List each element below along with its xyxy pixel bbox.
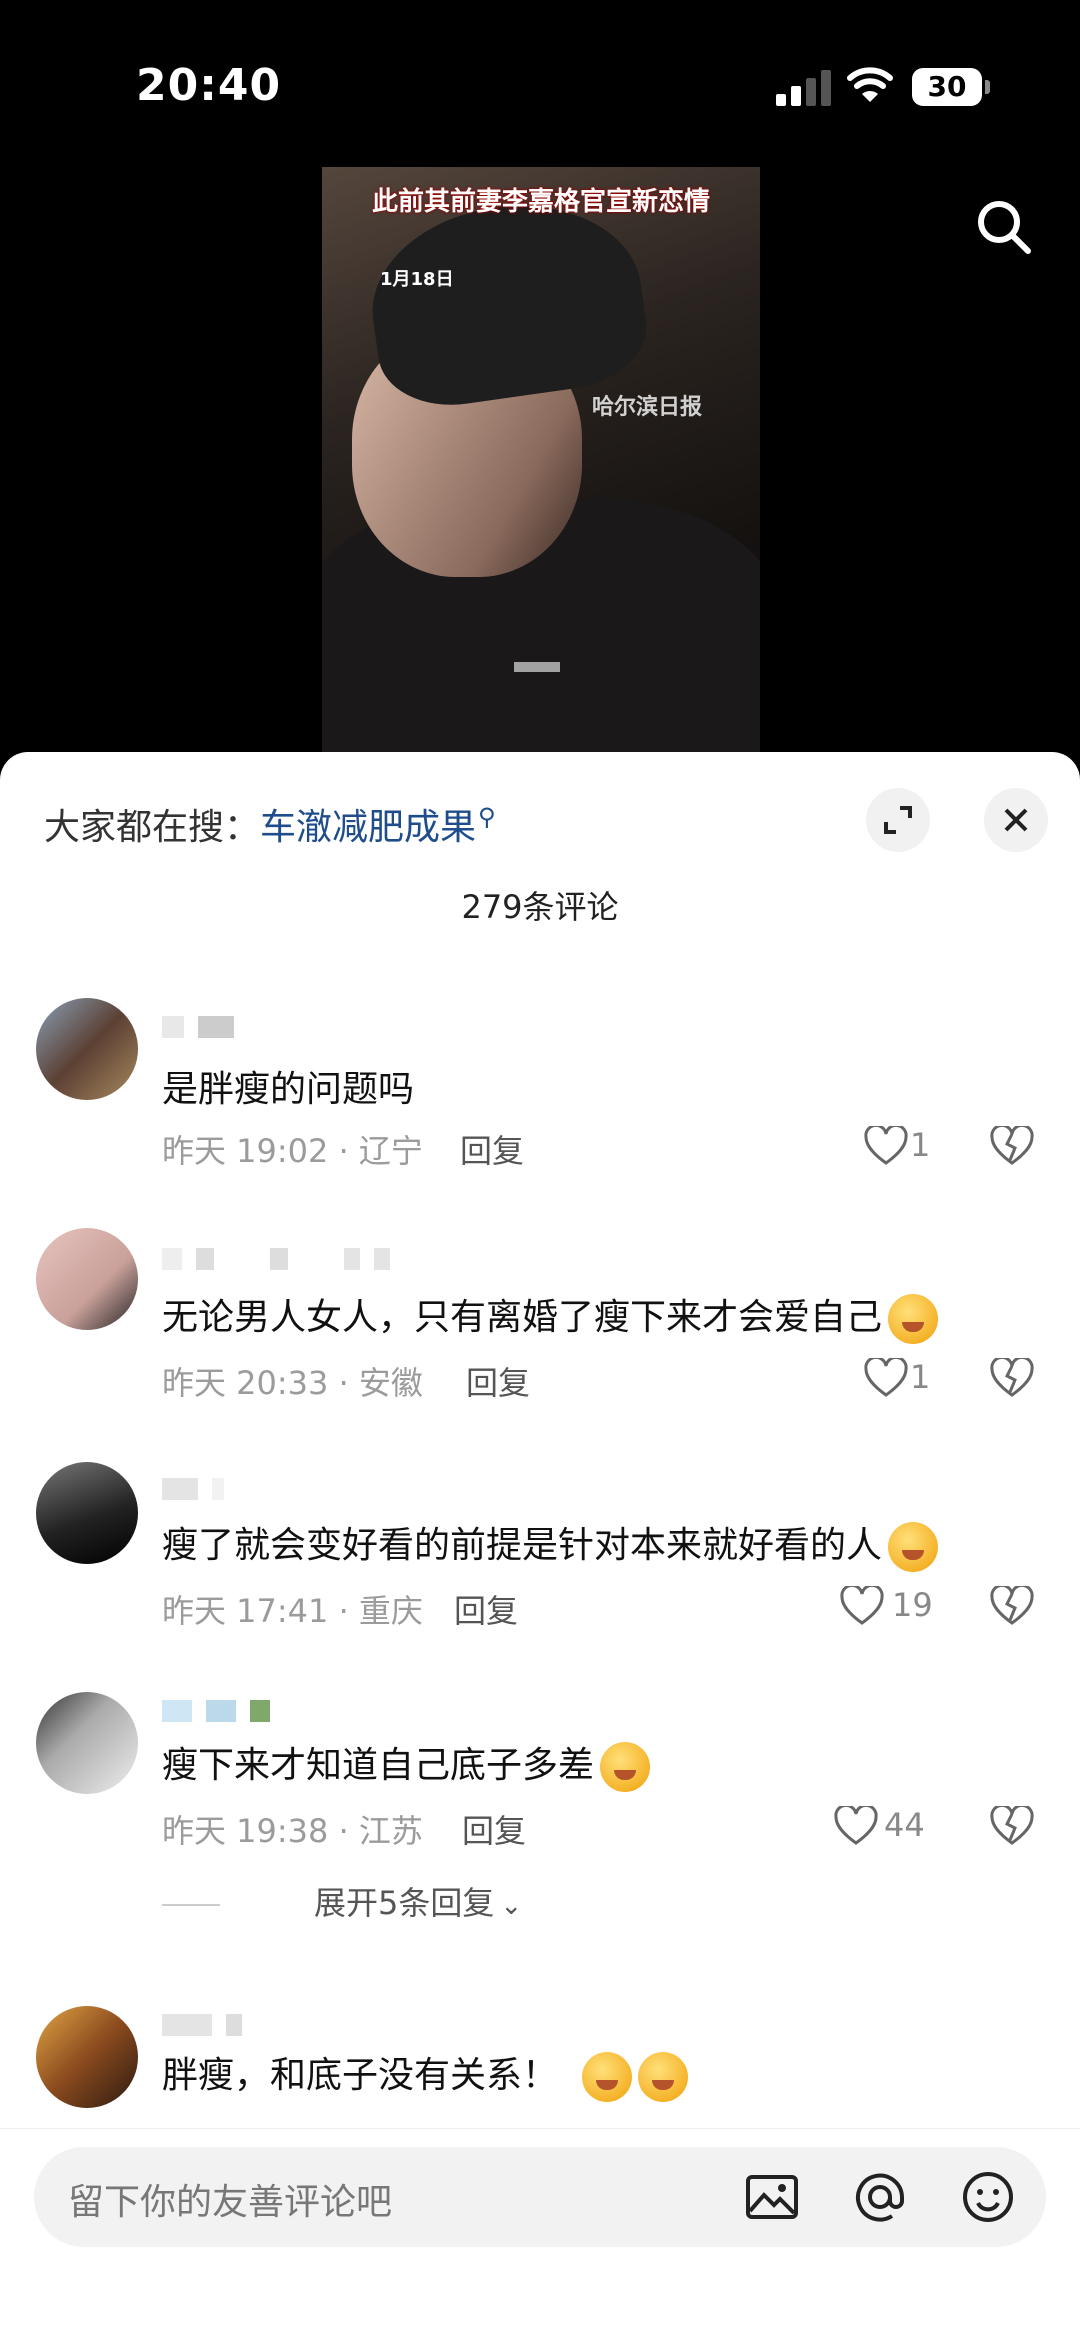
comment-item: 瘦下来才知道自己底子多差 昨天 19:38 · 江苏 回复 44 展开5条回复 ⌄ (0, 1692, 1080, 1932)
heart-icon[interactable] (840, 1586, 884, 1626)
thinking-emoji-icon (582, 2052, 633, 2102)
avatar[interactable] (36, 998, 138, 1100)
comment-item: 是胖瘦的问题吗 昨天 19:02 · 辽宁 回复 1 (0, 998, 1080, 1170)
thinking-emoji-icon (638, 2052, 689, 2102)
username-redacted[interactable] (162, 1478, 238, 1504)
like-count: 1 (910, 1358, 931, 1396)
video-date-tag: 1月18日 (380, 269, 454, 290)
hot-search-keyword[interactable]: 车澈减肥成果 (260, 807, 476, 848)
like-count: 1 (910, 1126, 931, 1164)
username-redacted[interactable] (162, 2014, 256, 2040)
comment-text: 是胖瘦的问题吗 (162, 1069, 415, 1110)
comment-text-content: 胖瘦，和底子没有关系！ (162, 2055, 559, 2096)
reply-button[interactable]: 回复 (460, 1126, 524, 1172)
comment-item: 瘦了就会变好看的前提是针对本来就好看的人 昨天 17:41 · 重庆 回复 19 (0, 1462, 1080, 1630)
broken-heart-icon[interactable] (990, 1806, 1034, 1846)
expand-button[interactable] (866, 788, 930, 852)
expand-replies-button[interactable]: 展开5条回复 ⌄ (162, 1878, 522, 1924)
close-button[interactable] (984, 788, 1048, 852)
comment-meta: 昨天 17:41 · 重庆 (162, 1592, 423, 1630)
comment-text: 无论男人女人，只有离婚了瘦下来才会爱自己 (162, 1288, 939, 1344)
expand-icon (884, 806, 912, 834)
video-watermark: 哈尔滨日报 (592, 395, 703, 420)
search-icon[interactable] (972, 195, 1036, 259)
comment-text: 瘦了就会变好看的前提是针对本来就好看的人 (162, 1516, 939, 1572)
broken-heart-icon[interactable] (990, 1126, 1034, 1166)
hot-search-label: 大家都在搜： (44, 807, 261, 848)
close-icon (1004, 808, 1028, 832)
comments-sheet: 大家都在搜：车澈减肥成果⚲ 279条评论 是胖瘦的问题吗 昨天 19:02 · … (0, 752, 1080, 2348)
reply-button[interactable]: 回复 (454, 1586, 518, 1632)
chevron-down-icon: ⌄ (500, 1891, 523, 1921)
like-count: 44 (884, 1806, 925, 1844)
avatar[interactable] (36, 1228, 138, 1330)
search-small-icon: ⚲ (478, 803, 496, 831)
username-redacted[interactable] (162, 1016, 248, 1042)
video-subtitle-bar (514, 662, 560, 672)
status-time: 20:40 (136, 60, 282, 111)
hug-emoji-icon (600, 1742, 651, 1792)
wifi-icon (847, 67, 893, 102)
comment-text-content: 瘦下来才知道自己底子多差 (162, 1745, 595, 1786)
expand-replies-label: 展开5条回复 (314, 1884, 495, 1922)
video-cap (360, 189, 654, 415)
comment-text: 瘦下来才知道自己底子多差 (162, 1736, 651, 1792)
reply-button[interactable]: 回复 (466, 1358, 530, 1404)
emoji-icon[interactable] (960, 2169, 1016, 2225)
like-count: 19 (892, 1586, 933, 1624)
crying-emoji-icon (888, 1294, 939, 1344)
battery-tip (985, 80, 990, 94)
blush-emoji-icon (888, 1522, 939, 1572)
comment-meta: 昨天 19:02 · 辽宁 (162, 1132, 423, 1170)
battery-indicator: 30 (912, 68, 982, 106)
comment-input[interactable]: 留下你的友善评论吧 (34, 2147, 1046, 2247)
comment-text-content: 无论男人女人，只有离婚了瘦下来才会爱自己 (162, 1297, 883, 1338)
video-player[interactable]: 此前其前妻李嘉格官宣新恋情 1月18日 哈尔滨日报 (322, 167, 760, 752)
comment-count: 279条评论 (461, 888, 619, 926)
broken-heart-icon[interactable] (990, 1358, 1034, 1398)
username-redacted[interactable] (162, 1248, 404, 1274)
expand-replies-line (162, 1904, 220, 1906)
comment-input-placeholder[interactable]: 留下你的友善评论吧 (68, 2173, 392, 2225)
comment-text: 胖瘦，和底子没有关系！ (162, 2046, 689, 2102)
comment-item: 无论男人女人，只有离婚了瘦下来才会爱自己 昨天 20:33 · 安徽 回复 1 (0, 1228, 1080, 1402)
avatar[interactable] (36, 2006, 138, 2108)
comment-meta: 昨天 20:33 · 安徽 (162, 1364, 423, 1402)
comment-text-content: 瘦了就会变好看的前提是针对本来就好看的人 (162, 1525, 883, 1566)
status-bar: 20:40 30 (0, 0, 1080, 170)
avatar[interactable] (36, 1462, 138, 1564)
heart-icon[interactable] (834, 1806, 878, 1846)
heart-icon[interactable] (864, 1358, 908, 1398)
username-redacted[interactable] (162, 1700, 284, 1726)
image-icon[interactable] (744, 2169, 800, 2225)
heart-icon[interactable] (864, 1126, 908, 1166)
comment-item: 胖瘦，和底子没有关系！ (0, 2006, 1080, 2126)
broken-heart-icon[interactable] (990, 1586, 1034, 1626)
comment-input-bar: 留下你的友善评论吧 (0, 2128, 1080, 2349)
video-caption: 此前其前妻李嘉格官宣新恋情 (371, 187, 710, 217)
hot-search[interactable]: 大家都在搜：车澈减肥成果⚲ (44, 798, 496, 850)
at-icon[interactable] (852, 2169, 908, 2225)
reply-button[interactable]: 回复 (462, 1806, 526, 1852)
avatar[interactable] (36, 1692, 138, 1794)
cellular-signal-icon (776, 70, 832, 106)
comment-meta: 昨天 19:38 · 江苏 (162, 1812, 423, 1850)
